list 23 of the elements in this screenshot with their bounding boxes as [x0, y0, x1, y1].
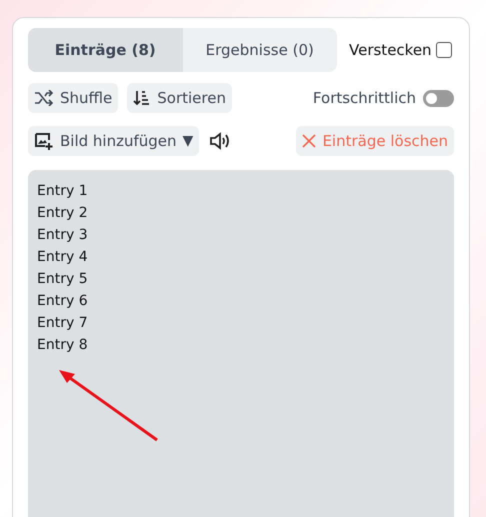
toggle-label: Fortschrittlich — [312, 89, 416, 107]
add-image-button[interactable]: Bild hinzufügen ▼ — [28, 126, 200, 156]
shuffle-icon — [34, 90, 54, 106]
entry-line: Entry 6 — [37, 292, 89, 311]
entry-line: Entry 4 — [37, 248, 89, 267]
sort-icon — [133, 90, 152, 106]
entries-field[interactable]: Entry 1 Entry 2 Entry 3 Entry 4 Entry 5 Entry 6 Entry 7 Entry 8 — [28, 170, 454, 517]
entry-line: Entry 8 — [37, 336, 89, 355]
tab[interactable]: Einträge (8) — [28, 28, 182, 72]
entry-line: Entry 3 — [37, 226, 89, 245]
sort-button[interactable]: Sortieren — [127, 83, 232, 113]
tab[interactable]: Ergebnisse (0) — [182, 28, 337, 72]
toggle-switch[interactable] — [423, 90, 454, 106]
image-add-icon — [34, 131, 54, 151]
entry-line: Entry 7 — [37, 314, 89, 333]
checkbox[interactable] — [436, 42, 452, 58]
entry-line: Entry 1 — [37, 182, 89, 201]
close-icon — [302, 134, 316, 148]
checkbox-label: Verstecken — [349, 41, 432, 59]
entry-line: Entry 5 — [37, 270, 89, 289]
entry-line: Entry 2 — [37, 204, 89, 223]
speaker-icon[interactable] — [209, 131, 232, 151]
shuffle-button[interactable]: Shuffle — [28, 83, 118, 113]
